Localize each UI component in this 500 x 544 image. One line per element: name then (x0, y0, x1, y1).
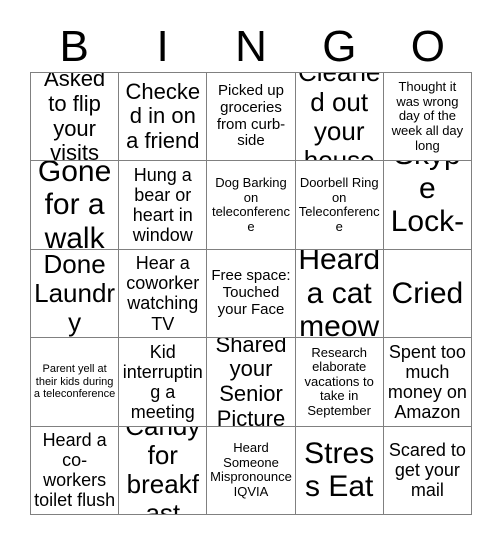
bingo-square-text: Picked up groceries from curb-side (216, 82, 286, 150)
bingo-square-text: Heard Someone Mispronounce IQVIA (210, 440, 292, 499)
bingo-square[interactable]: Checked in on a friend (119, 73, 208, 162)
bingo-square-text: Heard a cat meow (298, 249, 381, 339)
bingo-square-text: Checked in on a friend (125, 78, 201, 153)
bingo-square-text: Hear a coworker watching TV (126, 253, 200, 334)
bingo-square[interactable]: Research elaborate vacations to take in … (295, 338, 384, 427)
bingo-square-text: Cried (391, 276, 464, 310)
bingo-square[interactable]: Picked up groceries from curb-side (207, 73, 296, 162)
bingo-square[interactable]: Gone for a walk (31, 161, 120, 250)
bingo-square-text: Stress Eat (304, 436, 375, 504)
bingo-square-text: Spent too much money on Amazon (387, 341, 467, 423)
bingo-square[interactable]: Doorbell Ring on Teleconference (295, 161, 384, 250)
bingo-square[interactable]: Cried (383, 249, 472, 339)
bingo-square[interactable]: Spent too much money on Amazon (383, 338, 472, 427)
bingo-square-text: Kid interrupting a meeting (122, 341, 203, 423)
bingo-header-letter-i: I (156, 22, 169, 71)
bingo-square-text: Doorbell Ring on Teleconference (298, 175, 380, 234)
bingo-square[interactable]: Heard a co-workers toilet flush (31, 426, 120, 515)
bingo-square-text: Hung a bear or heart in window (132, 164, 193, 246)
bingo-square[interactable]: Hear a coworker watching TV (119, 249, 208, 339)
bingo-square[interactable]: Thought it was wrong day of the week all… (383, 73, 472, 162)
bingo-header: B I N G O (30, 22, 472, 72)
bingo-header-letter-o: O (410, 22, 445, 71)
bingo-square[interactable]: Kid interrupting a meeting (119, 338, 208, 427)
bingo-square[interactable]: Asked to flip your visits (31, 73, 120, 162)
bingo-square-text: Dog Barking on teleconference (211, 175, 291, 234)
bingo-square-text: Thought it was wrong day of the week all… (391, 79, 464, 153)
bingo-square[interactable]: Skype Lock-up (383, 161, 472, 250)
bingo-square-text: Candy for breakfast (125, 427, 200, 515)
bingo-square[interactable]: Heard Someone Mispronounce IQVIA (207, 426, 296, 515)
bingo-header-letter-n: N (235, 22, 267, 71)
bingo-square[interactable]: Done Laundry (31, 249, 120, 339)
bingo-square-text: Shared your Senior Picture (215, 338, 287, 427)
bingo-square-text: Parent yell at their kids during a telec… (33, 363, 116, 401)
bingo-square[interactable]: Cleaned out your house (295, 73, 384, 162)
bingo-square[interactable]: Parent yell at their kids during a telec… (31, 338, 120, 427)
bingo-square-text: Scared to get your mail (388, 440, 466, 501)
bingo-square[interactable]: Heard a cat meow (295, 249, 384, 339)
bingo-square-text: Cleaned out your house (298, 73, 380, 162)
bingo-square-text: Asked to flip your visits (44, 73, 106, 162)
bingo-square[interactable]: Candy for breakfast (119, 426, 208, 515)
bingo-square-text: Done Laundry (34, 249, 116, 338)
bingo-square-text: Heard a co-workers toilet flush (34, 429, 116, 511)
bingo-square[interactable]: Hung a bear or heart in window (119, 161, 208, 250)
bingo-header-letter-g: G (322, 22, 357, 71)
bingo-square-text: Skype Lock-up (390, 161, 465, 248)
bingo-square[interactable]: Shared your Senior Picture (207, 338, 296, 427)
bingo-grid: Asked to flip your visits Checked in on … (30, 72, 472, 515)
bingo-square-text: Free space: Touched your Face (211, 267, 291, 318)
bingo-header-letter-b: B (59, 22, 89, 71)
bingo-square[interactable]: Stress Eat (295, 426, 384, 515)
bingo-square-text: Gone for a walk (37, 161, 112, 250)
bingo-square-free[interactable]: Free space: Touched your Face (207, 249, 296, 339)
bingo-card: B I N G O Asked to flip your visits Chec… (0, 0, 500, 544)
bingo-square[interactable]: Dog Barking on teleconference (207, 161, 296, 250)
bingo-square[interactable]: Scared to get your mail (383, 426, 472, 515)
bingo-square-text: Research elaborate vacations to take in … (304, 344, 374, 418)
